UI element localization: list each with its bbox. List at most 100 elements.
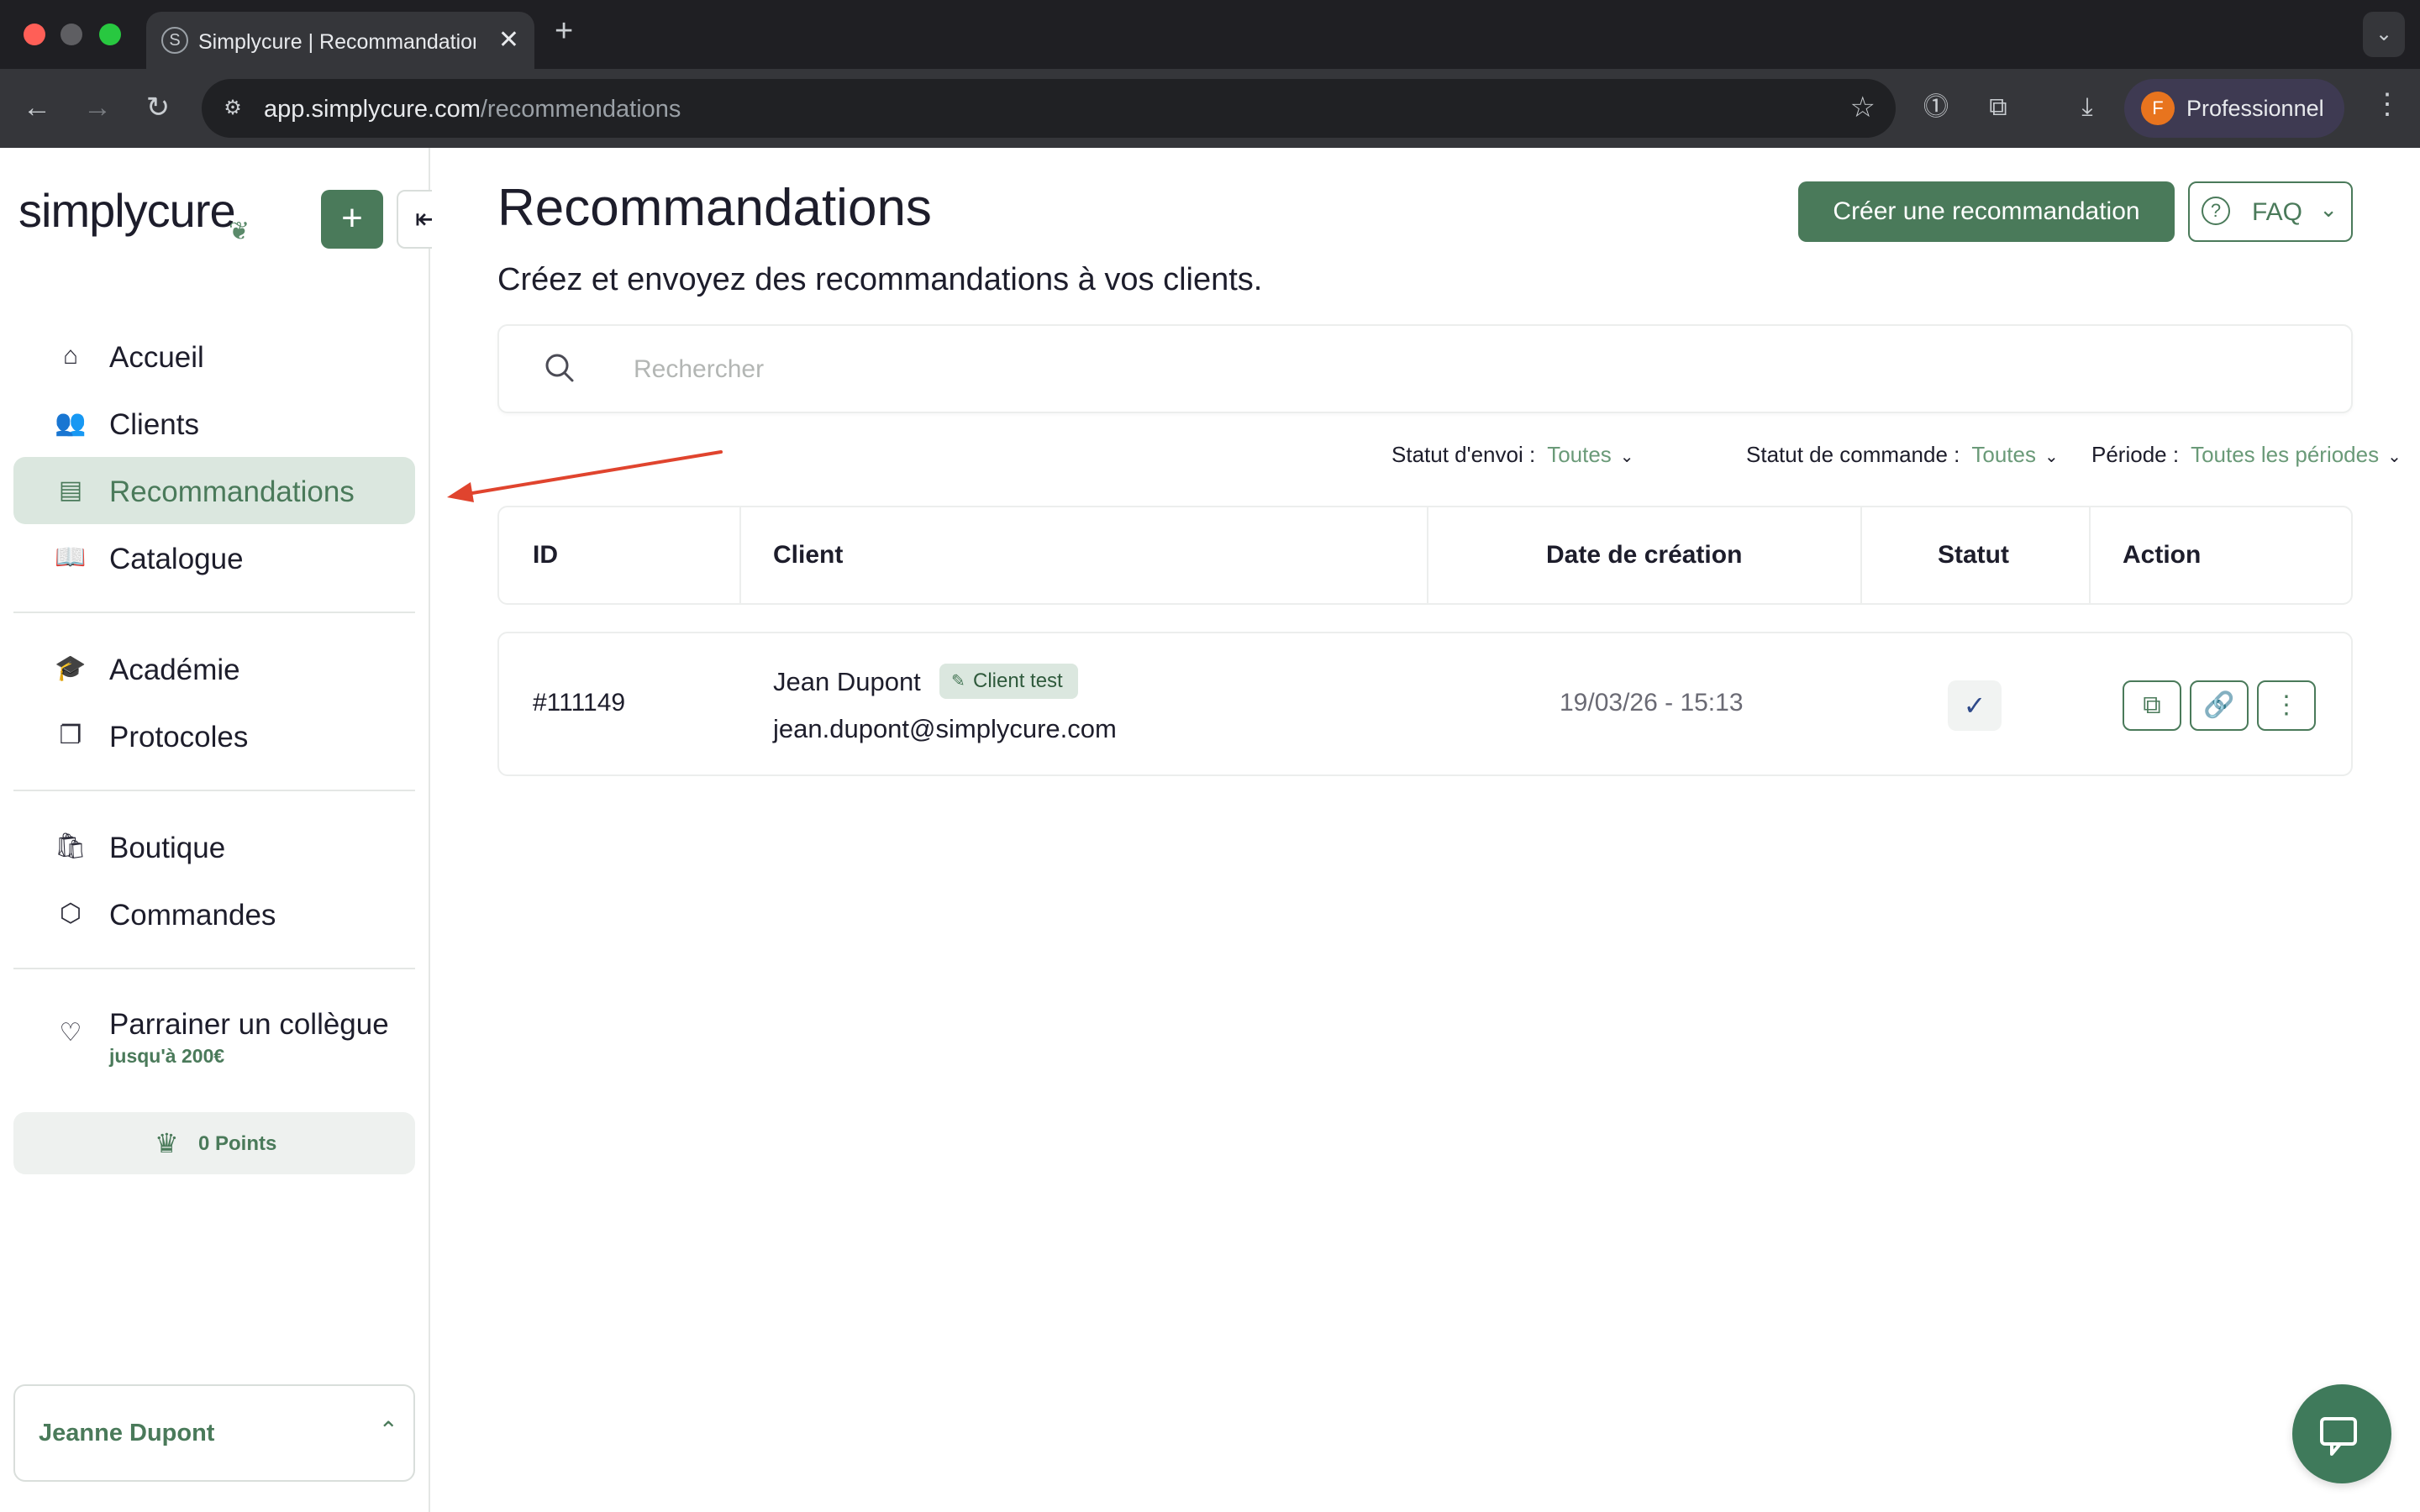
sidebar-divider	[13, 968, 415, 969]
recommendation-id: #111149	[533, 689, 626, 717]
sidebar-item-label: Boutique	[109, 832, 226, 864]
help-circle-icon: ?	[2202, 197, 2230, 225]
chevron-down-icon: ⌄	[2387, 448, 2402, 466]
sidebar-item-label: Accueil	[109, 341, 204, 374]
sidebar-item-label: Recommandations	[109, 475, 355, 508]
users-icon: 👥	[55, 409, 87, 437]
downloads-icon[interactable]: ⤓	[2067, 87, 2107, 128]
sidebar-item-label: Académie	[109, 654, 240, 686]
page-title: Recommandations	[497, 179, 932, 237]
site-settings-icon[interactable]: ⚙	[213, 89, 252, 128]
column-header-client[interactable]: Client	[773, 507, 843, 603]
extensions-puzzle-icon[interactable]: ⧉	[1978, 87, 2018, 128]
order-status-filter[interactable]: Statut de commande : Toutes ⌄	[1746, 442, 2059, 468]
sidebar-divider	[13, 790, 415, 791]
quick-add-button[interactable]: +	[321, 190, 383, 249]
create-recommendation-button[interactable]: Créer une recommandation	[1798, 181, 2175, 242]
column-divider	[1427, 507, 1428, 603]
creation-date: 19/03/26 - 15:13	[1560, 689, 1744, 717]
page-subtitle: Créez et envoyez des recommandations à v…	[497, 262, 1263, 297]
filter-value: Toutes	[1547, 442, 1612, 467]
crown-icon: ♛	[155, 1128, 179, 1158]
sidebar-item-commandes[interactable]: ⬡ Commandes	[13, 880, 415, 948]
faq-label: FAQ	[2252, 198, 2303, 226]
forward-button[interactable]: →	[77, 87, 118, 128]
search-bar[interactable]	[497, 324, 2353, 413]
graduation-cap-icon: 🎓	[55, 654, 87, 682]
sidebar-item-academie[interactable]: 🎓 Académie	[13, 635, 415, 702]
back-button[interactable]: ←	[17, 87, 57, 128]
client-email: jean.dupont@simplycure.com	[773, 714, 1117, 743]
sidebar-item-catalogue[interactable]: 📖 Catalogue	[13, 524, 415, 591]
sidebar-item-accueil[interactable]: ⌂ Accueil	[13, 323, 415, 390]
faq-button[interactable]: ? FAQ ⌄	[2188, 181, 2353, 242]
browser-tab[interactable]: S Simplycure | Recommandations ✕	[146, 12, 534, 69]
pencil-icon: ✎	[951, 672, 965, 690]
column-header-date[interactable]: Date de création	[1546, 507, 1742, 603]
book-icon: 📖	[55, 543, 87, 571]
status-sent-check-icon: ✓	[1948, 680, 2002, 731]
document-icon: ▤	[58, 476, 83, 504]
table-row[interactable]: #111149 Jean Dupont ✎ Client test jean.du…	[497, 632, 2353, 776]
sidebar-item-label: Commandes	[109, 899, 276, 932]
column-divider	[1860, 507, 1862, 603]
search-icon	[543, 351, 576, 385]
copy-icon: ❐	[59, 722, 82, 749]
column-divider	[2089, 507, 2091, 603]
sidebar-item-label: Catalogue	[109, 543, 244, 575]
maximize-window-button[interactable]	[99, 24, 121, 45]
minimize-window-button[interactable]	[60, 24, 82, 45]
copy-link-button[interactable]: 🔗	[2190, 680, 2249, 731]
browser-menu-icon[interactable]: ⋮	[2373, 87, 2402, 121]
sidebar: simplycure ❦ + ⇤ ⌂ Accueil 👥 Clients ▤ R…	[0, 148, 457, 1512]
user-name: Jeanne Dupont	[39, 1420, 215, 1446]
sidebar-item-clients[interactable]: 👥 Clients	[13, 390, 415, 457]
badge-label: Client test	[973, 669, 1063, 692]
search-input[interactable]	[634, 351, 2230, 388]
main-content: Recommandations Créez et envoyez des rec…	[432, 148, 2420, 1512]
filter-label: Statut de commande :	[1746, 442, 1960, 467]
profile-name: Professionnel	[2186, 96, 2324, 121]
address-bar[interactable]: ⚙ app.simplycure.com/recommendations ☆	[202, 79, 1896, 138]
shopping-bag-icon: 🛍	[54, 832, 87, 860]
reload-button[interactable]: ↻	[138, 87, 178, 128]
sidebar-item-boutique[interactable]: 🛍 Boutique	[13, 813, 415, 880]
package-icon: ⬡	[59, 900, 82, 927]
sidebar-item-label: Clients	[109, 408, 199, 441]
sidebar-item-protocoles[interactable]: ❐ Protocoles	[13, 702, 415, 769]
bookmark-star-icon[interactable]: ☆	[1850, 91, 1876, 124]
profile-avatar: F	[2141, 92, 2175, 125]
tab-title: Simplycure | Recommandations	[198, 30, 476, 54]
filter-value: Toutes	[1971, 442, 2036, 467]
points-button[interactable]: ♛ 0 Points	[13, 1112, 415, 1174]
more-actions-button[interactable]: ⋮	[2257, 680, 2316, 731]
simplycure-logo[interactable]: simplycure	[18, 183, 236, 238]
annotation-arrow	[447, 450, 723, 502]
points-label: 0 Points	[198, 1132, 277, 1155]
send-status-filter[interactable]: Statut d'envoi : Toutes ⌄	[1392, 442, 1634, 468]
column-header-action: Action	[2123, 541, 2202, 569]
profile-button[interactable]: F Professionnel	[2124, 79, 2344, 138]
chevron-down-icon: ⌄	[2044, 448, 2059, 466]
chat-support-button[interactable]	[2292, 1384, 2391, 1483]
url-text[interactable]: app.simplycure.com/recommendations	[264, 96, 681, 123]
column-header-id[interactable]: ID	[533, 507, 558, 603]
password-manager-icon[interactable]: ⓵	[1916, 87, 1956, 128]
chevron-down-icon: ⌄	[1619, 448, 1634, 466]
filter-value: Toutes les périodes	[2191, 442, 2380, 467]
duplicate-button[interactable]: ⧉	[2123, 680, 2181, 731]
column-header-status[interactable]: Statut	[1938, 507, 2009, 603]
user-menu-button[interactable]: Jeanne Dupont ⌃	[13, 1384, 415, 1482]
url-path: /recommendations	[480, 96, 681, 123]
filter-label: Période :	[2091, 442, 2180, 467]
close-window-button[interactable]	[24, 24, 45, 45]
sidebar-item-recommandations[interactable]: ▤ Recommandations	[13, 457, 415, 524]
browser-toolbar: ← → ↻ ⚙ app.simplycure.com/recommendatio…	[0, 69, 2420, 148]
sponsor-reward-text: jusqu'à 200€	[109, 1045, 225, 1067]
tab-search-chevron-icon[interactable]: ⌄	[2363, 12, 2405, 57]
period-filter[interactable]: Période : Toutes les périodes ⌄	[2091, 442, 2402, 468]
home-icon: ⌂	[62, 342, 79, 370]
tab-close-icon[interactable]: ✕	[498, 25, 519, 55]
new-tab-button[interactable]: +	[555, 13, 573, 50]
filter-label: Statut d'envoi :	[1392, 442, 1536, 467]
